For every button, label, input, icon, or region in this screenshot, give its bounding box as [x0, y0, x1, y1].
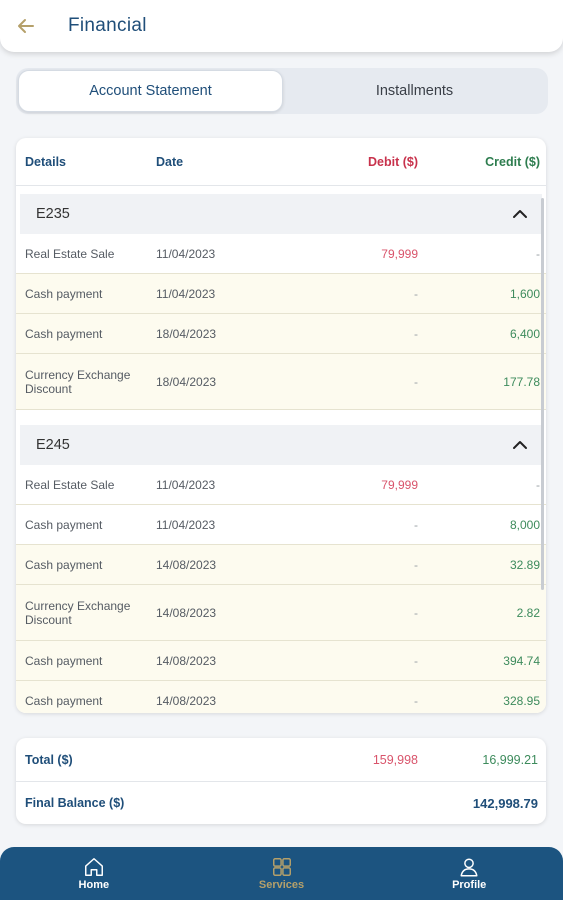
cell-credit: 1,600 — [509, 286, 540, 301]
grid-icon — [272, 858, 291, 876]
nav-profile-label: Profile — [452, 879, 487, 891]
cell-date: 18/04/2023 — [156, 374, 217, 389]
cell-debit: - — [414, 286, 418, 301]
cell-credit: 177.78 — [503, 374, 540, 389]
cell-debit: - — [414, 326, 418, 341]
arrow-left-icon — [18, 19, 34, 33]
page-title: Financial — [68, 15, 147, 36]
cell-date: 11/04/2023 — [156, 477, 216, 492]
cell-credit: 32.89 — [509, 557, 540, 572]
cell-credit: 8,000 — [509, 517, 540, 532]
nav-home[interactable]: Home — [0, 847, 188, 900]
cell-debit: 79,999 — [381, 477, 418, 492]
final-balance-value: 142,998.79 — [472, 795, 538, 811]
cell-debit: - — [414, 557, 418, 572]
table-row: Real Estate Sale 11/04/2023 79,999 - — [16, 234, 546, 274]
cell-debit: - — [414, 653, 418, 668]
cell-date: 11/04/2023 — [156, 246, 216, 261]
table-row: Real Estate Sale 11/04/2023 79,999 - — [16, 465, 546, 505]
table-row: Currency Exchange Discount 14/08/2023 - … — [16, 585, 546, 641]
table-row: Cash payment 11/04/2023 - 1,600 — [16, 274, 546, 314]
home-icon — [84, 858, 103, 876]
cell-date: 14/08/2023 — [156, 653, 217, 668]
group-id: E235 — [36, 206, 70, 222]
nav-services[interactable]: Services — [188, 847, 376, 900]
table-row: Cash payment 18/04/2023 - 6,400 — [16, 314, 546, 354]
cell-date: 18/04/2023 — [156, 326, 217, 341]
bottom-navigation: Home Services Profile — [0, 847, 563, 900]
table-header: Details Date Debit ($) Credit ($) — [16, 138, 546, 186]
cell-details: Cash payment — [25, 286, 103, 301]
total-credit: 16,999.21 — [482, 752, 538, 767]
totals-card: Total ($) 159,998 16,999.21 Final Balanc… — [16, 738, 546, 824]
total-row: Total ($) 159,998 16,999.21 — [16, 738, 546, 781]
cell-credit: 394.74 — [503, 653, 540, 668]
cell-date: 11/04/2023 — [156, 286, 216, 301]
column-header-debit: Debit ($) — [368, 154, 418, 169]
group-header-e235[interactable]: E235 — [20, 194, 542, 234]
cell-details: Cash payment — [25, 557, 103, 572]
cell-date: 11/04/2023 — [156, 517, 216, 532]
cell-details: Cash payment — [25, 693, 103, 708]
chevron-up-icon[interactable] — [512, 437, 528, 453]
cell-date: 14/08/2023 — [156, 605, 217, 620]
cell-date: 14/08/2023 — [156, 693, 217, 708]
total-label: Total ($) — [25, 752, 73, 767]
nav-home-label: Home — [78, 879, 110, 891]
tab-installments[interactable]: Installments — [283, 70, 546, 112]
cell-details: Cash payment — [25, 326, 103, 341]
table-row: Cash payment 11/04/2023 - 8,000 — [16, 505, 546, 545]
final-balance-label: Final Balance ($) — [25, 796, 125, 810]
cell-debit: - — [414, 374, 418, 389]
cell-credit: 328.95 — [503, 693, 540, 708]
user-icon — [460, 858, 478, 877]
cell-credit: 6,400 — [509, 326, 540, 341]
nav-profile[interactable]: Profile — [375, 847, 563, 900]
table-row: Currency Exchange Discount 18/04/2023 - … — [16, 354, 546, 410]
cell-debit: - — [414, 517, 418, 532]
column-header-credit: Credit ($) — [485, 154, 540, 169]
group-id: E245 — [36, 437, 70, 453]
cell-details: Cash payment — [25, 517, 103, 532]
cell-details: Real Estate Sale — [25, 477, 115, 492]
column-header-date: Date — [156, 154, 184, 169]
cell-details: Real Estate Sale — [25, 246, 115, 261]
nav-services-label: Services — [258, 879, 305, 891]
cell-credit: - — [536, 246, 540, 261]
chevron-up-icon[interactable] — [512, 206, 528, 222]
cell-debit: - — [414, 693, 418, 708]
cell-date: 14/08/2023 — [156, 557, 217, 572]
scrollbar-thumb[interactable] — [541, 198, 544, 590]
cell-credit: 2.82 — [516, 605, 540, 620]
segmented-tabs: Account Statement Installments — [16, 68, 548, 114]
group-header-e245[interactable]: E245 — [20, 425, 542, 465]
tab-account-statement[interactable]: Account Statement — [18, 70, 283, 112]
table-row: Cash payment 14/08/2023 - 394.74 — [16, 641, 546, 681]
cell-details: Currency Exchange Discount — [25, 367, 131, 396]
column-header-details: Details — [25, 154, 66, 169]
table-row: Cash payment 14/08/2023 - 32.89 — [16, 545, 546, 585]
back-button[interactable] — [0, 0, 52, 52]
cell-debit: - — [414, 605, 418, 620]
app-header: Financial — [0, 0, 563, 52]
total-debit: 159,998 — [372, 752, 418, 767]
statement-scroll-area[interactable]: E235 Real Estate Sale 11/04/2023 79,999 … — [16, 187, 546, 713]
cell-details: Currency Exchange Discount — [25, 598, 131, 627]
statement-table: Details Date Debit ($) Credit ($) E235 R… — [16, 138, 546, 713]
table-row: Cash payment 14/08/2023 - 328.95 — [16, 681, 546, 713]
cell-debit: 79,999 — [381, 246, 418, 261]
cell-credit: - — [536, 477, 540, 492]
cell-details: Cash payment — [25, 653, 103, 668]
final-balance-row: Final Balance ($) 142,998.79 — [16, 781, 546, 824]
